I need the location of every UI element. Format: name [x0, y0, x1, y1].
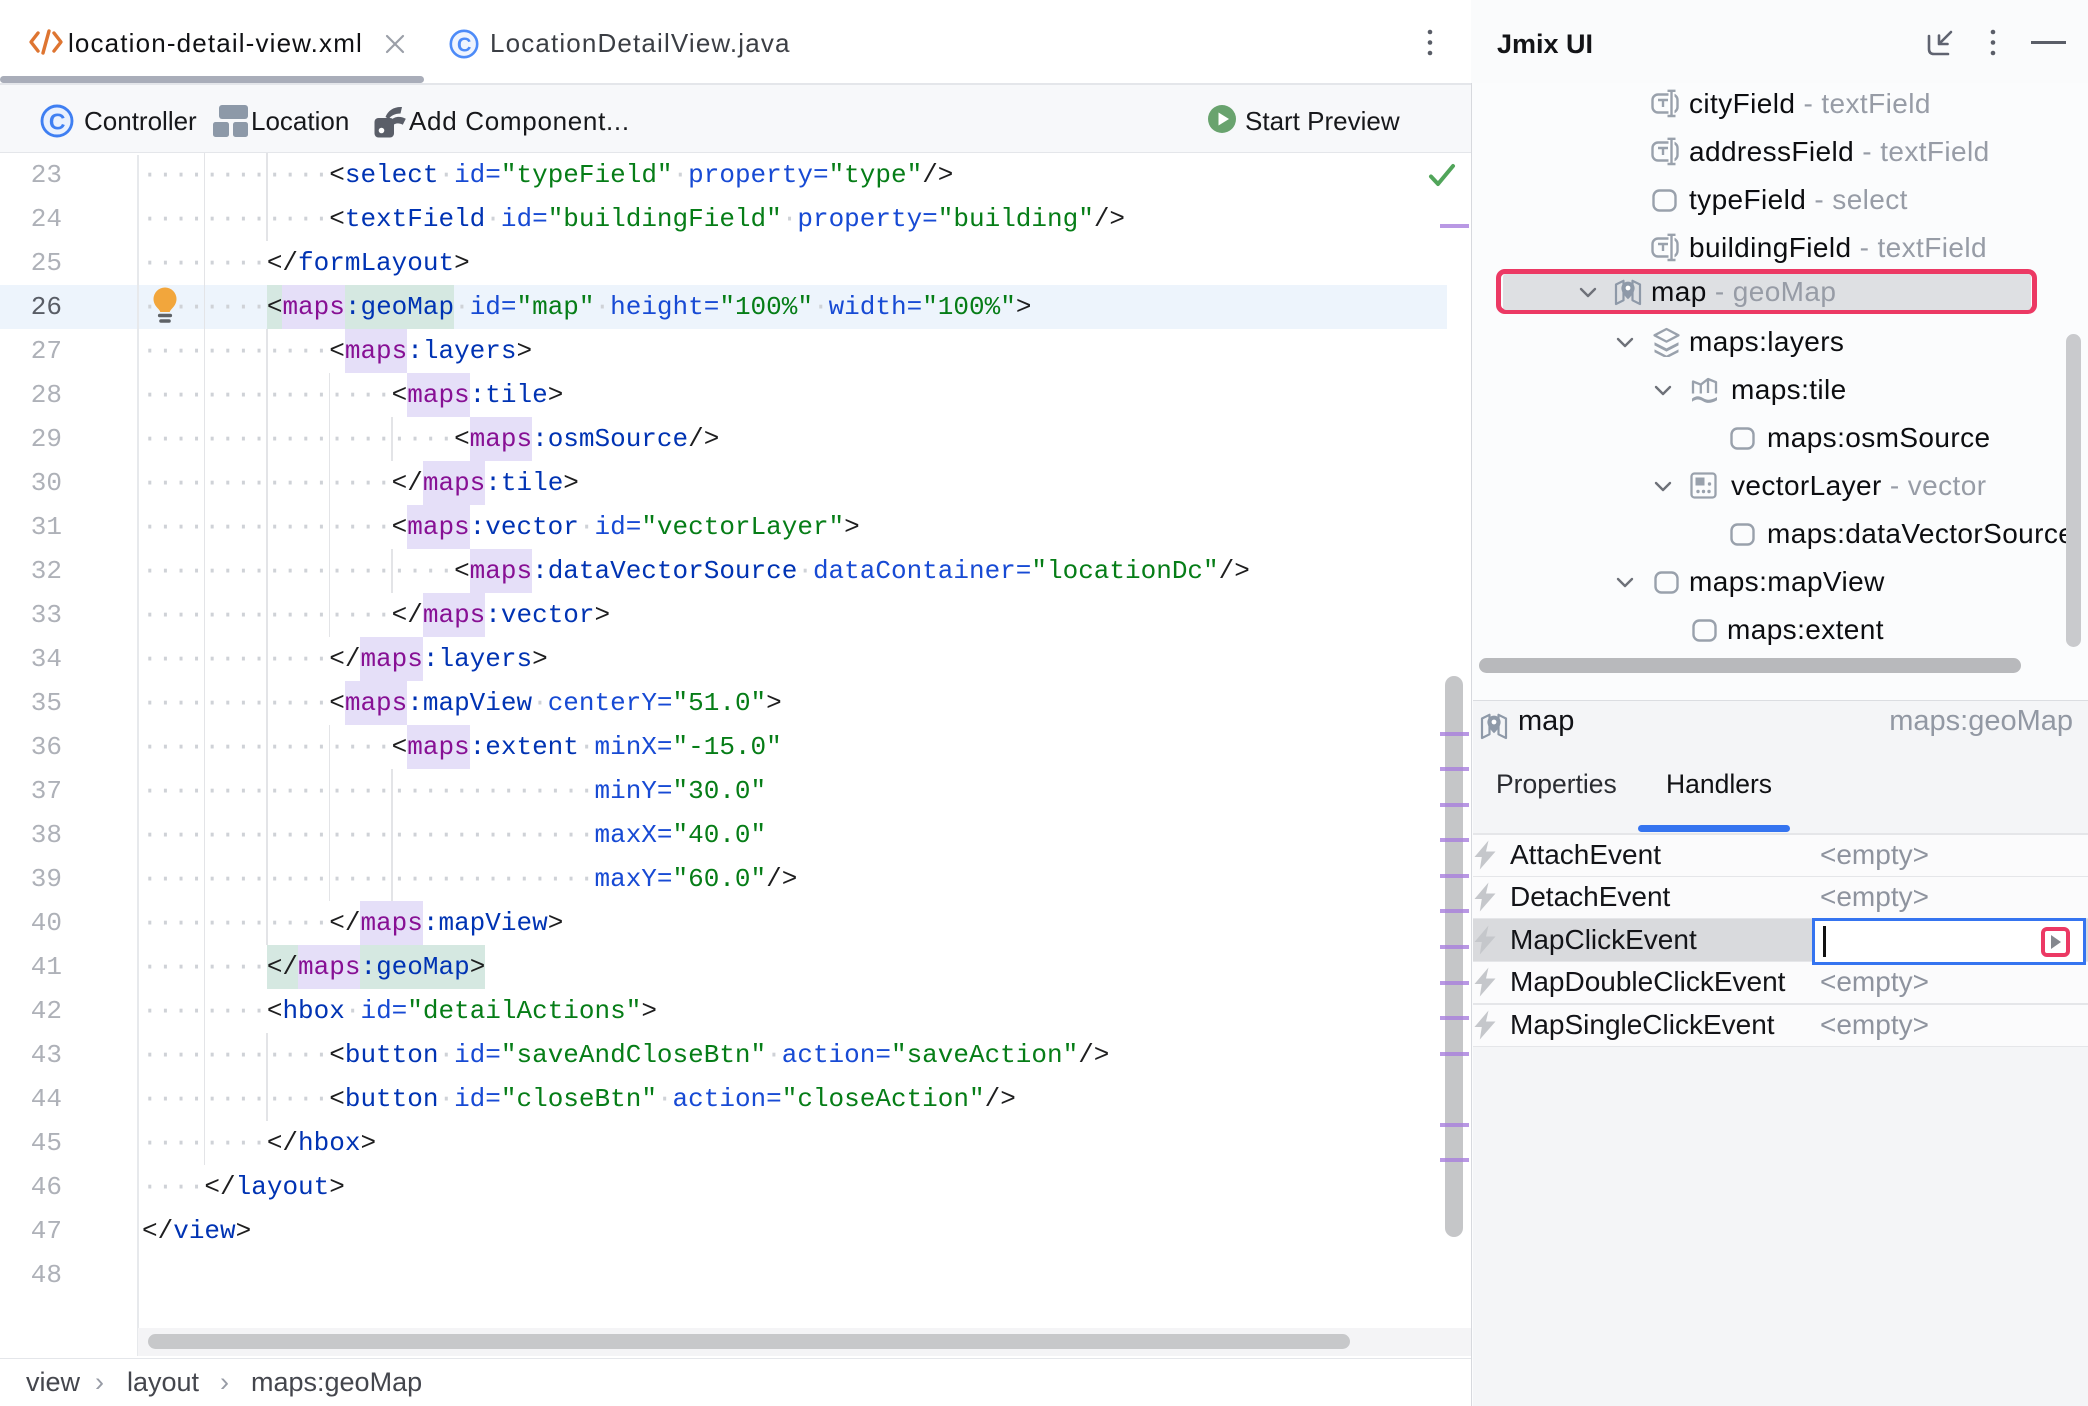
- svg-text:C: C: [457, 35, 471, 57]
- svg-text:C: C: [49, 109, 66, 135]
